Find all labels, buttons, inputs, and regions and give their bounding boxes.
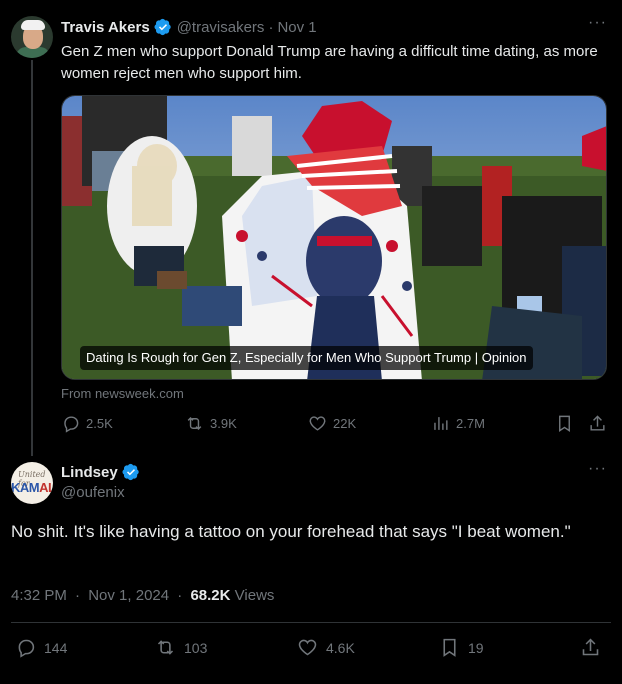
quoted-thread-tweet[interactable]: Travis Akers @travisakers · Nov 1 ··· Ge… <box>0 0 622 456</box>
analytics-icon <box>434 417 448 430</box>
reply-count: 144 <box>44 639 68 656</box>
views-count: 68.2K <box>190 587 231 604</box>
avatar[interactable]: United for KAMALA <box>11 462 53 504</box>
more-options-icon[interactable]: ··· <box>588 460 607 478</box>
view-count: 2.7M <box>456 416 485 431</box>
reply-button[interactable]: 2.5K <box>61 414 113 433</box>
tweet-header: Travis Akers @travisakers · Nov 1 <box>61 17 317 37</box>
verified-badge-icon <box>122 463 139 481</box>
author-name[interactable]: Lindsey <box>61 464 118 481</box>
author-name[interactable]: Travis Akers <box>61 19 150 36</box>
tweet-date[interactable]: Nov 1, 2024 <box>88 587 169 604</box>
tweet-meta: 4:32 PM · Nov 1, 2024 · 68.2K Views <box>11 587 275 604</box>
repost-button[interactable]: 103 <box>155 637 207 658</box>
repost-icon <box>187 416 202 431</box>
tweet-actions: 2.5K 3.9K 22K 2.7M <box>61 414 611 436</box>
avatar[interactable] <box>11 16 53 58</box>
tweet-actions: 144 103 4.6K 19 <box>11 637 611 661</box>
reply-button[interactable]: 144 <box>15 637 67 658</box>
share-button[interactable] <box>588 414 613 433</box>
link-card-image[interactable]: Dating Is Rough for Gen Z, Especially fo… <box>61 95 607 380</box>
like-button[interactable]: 22K <box>308 414 356 433</box>
tweet-date[interactable]: Nov 1 <box>277 19 316 36</box>
tweet-text: No shit. It's like having a tattoo on yo… <box>11 522 571 541</box>
views-label: Views <box>234 587 275 604</box>
bookmark-icon <box>443 638 456 657</box>
like-count: 22K <box>333 416 357 431</box>
separator-dot: · <box>268 18 274 36</box>
avatar-text-main: KAMALA <box>11 480 53 495</box>
repost-count: 3.9K <box>210 416 237 431</box>
author-handle[interactable]: @oufenix <box>61 484 125 501</box>
rally-photo <box>62 96 606 379</box>
tweet-header: Lindsey <box>61 463 140 481</box>
like-button[interactable]: 4.6K <box>297 637 355 658</box>
reply-icon <box>64 416 79 433</box>
like-count: 4.6K <box>326 639 355 656</box>
bookmark-icon <box>559 415 570 432</box>
bookmark-count: 19 <box>468 639 484 656</box>
more-options-icon[interactable]: ··· <box>588 14 607 32</box>
tweet-time[interactable]: 4:32 PM <box>11 587 67 604</box>
link-source[interactable]: From newsweek.com <box>61 386 184 401</box>
share-icon <box>590 415 605 431</box>
share-icon <box>582 638 599 656</box>
bookmark-button[interactable]: 19 <box>439 637 484 658</box>
repost-icon <box>157 640 174 655</box>
bookmark-button[interactable] <box>555 414 580 433</box>
verified-badge-icon <box>154 18 171 36</box>
divider <box>11 622 611 623</box>
link-card-headline[interactable]: Dating Is Rough for Gen Z, Especially fo… <box>80 346 533 370</box>
author-handle[interactable]: @travisakers <box>177 19 265 36</box>
tweet-text: Gen Z men who support Donald Trump are h… <box>61 43 598 82</box>
reply-count: 2.5K <box>86 416 113 431</box>
heart-icon <box>298 639 317 656</box>
repost-button[interactable]: 3.9K <box>185 414 237 433</box>
repost-count: 103 <box>184 639 208 656</box>
reply-icon <box>18 639 35 658</box>
share-button[interactable] <box>580 637 609 658</box>
views-button[interactable]: 2.7M <box>431 414 485 433</box>
heart-icon <box>309 416 326 431</box>
